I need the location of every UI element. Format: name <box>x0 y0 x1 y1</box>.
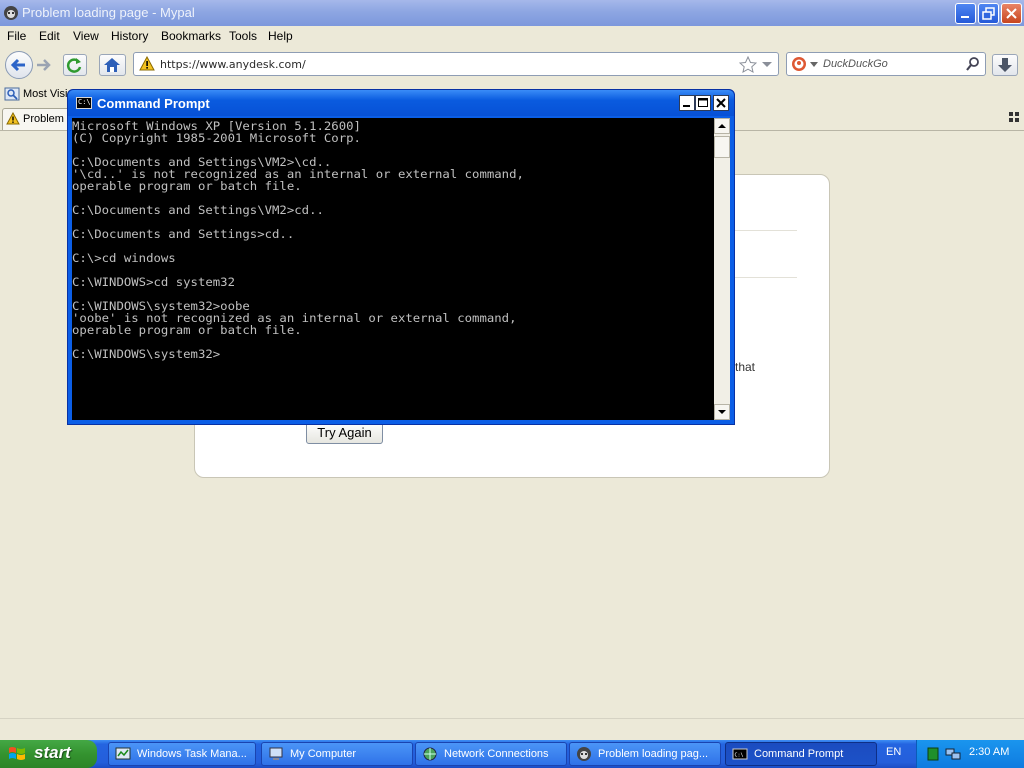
taskbar-item-network-connections[interactable]: Network Connections <box>415 742 567 766</box>
error-description-text: that <box>735 360 756 374</box>
forward-arrow-icon <box>37 59 51 71</box>
download-arrow-icon <box>998 58 1012 72</box>
my-computer-icon <box>269 747 283 760</box>
try-again-button[interactable]: Try Again <box>306 422 383 444</box>
taskbar-item-label: Windows Task Mana... <box>137 748 247 760</box>
navigation-toolbar: https://www.anydesk.com/ DuckDuckGo <box>0 46 1024 84</box>
close-button[interactable] <box>1001 3 1022 24</box>
search-icon[interactable] <box>965 56 981 72</box>
menu-view[interactable]: View <box>73 29 99 43</box>
up-arrow-icon <box>718 124 726 128</box>
taskbar: start Windows Task Mana... My Computer N… <box>0 740 1024 768</box>
scroll-thumb[interactable] <box>714 136 730 158</box>
taskbar-item-mypal[interactable]: Problem loading pag... <box>569 742 721 766</box>
taskbar-item-label: Command Prompt <box>754 748 844 760</box>
console-scrollbar[interactable] <box>714 118 730 420</box>
command-prompt-title-bar[interactable]: C:\ Command Prompt <box>68 90 734 116</box>
menu-history[interactable]: History <box>111 29 148 43</box>
scroll-down-button[interactable] <box>714 404 730 420</box>
cmd-close-button[interactable] <box>713 95 729 111</box>
mypal-browser-icon <box>4 6 18 20</box>
start-button[interactable]: start <box>0 740 97 768</box>
taskbar-item-command-prompt[interactable]: C:\ Command Prompt <box>725 742 877 766</box>
menu-file[interactable]: File <box>7 29 26 43</box>
menu-bar: File Edit View History Bookmarks Tools H… <box>0 26 1024 46</box>
down-arrow-icon <box>718 410 726 414</box>
console-output[interactable]: Microsoft Windows XP [Version 5.1.2600] … <box>72 118 714 420</box>
console-text: Microsoft Windows XP [Version 5.1.2600] … <box>72 119 524 361</box>
url-bar[interactable]: https://www.anydesk.com/ <box>133 52 779 76</box>
warning-icon <box>139 56 155 71</box>
search-placeholder: DuckDuckGo <box>823 58 888 70</box>
minimize-button[interactable] <box>955 3 976 24</box>
search-bar[interactable]: DuckDuckGo <box>786 52 986 76</box>
network-connections-icon <box>423 747 437 761</box>
task-manager-icon <box>115 747 131 760</box>
search-engine-dropdown-icon[interactable] <box>810 62 818 68</box>
warning-icon <box>6 112 20 125</box>
status-bar-divider <box>0 718 1024 719</box>
scroll-up-button[interactable] <box>714 118 730 134</box>
command-prompt-icon: C:\ <box>76 97 92 109</box>
reload-icon <box>66 58 82 73</box>
mypal-browser-icon <box>577 747 591 761</box>
cmd-maximize-button[interactable] <box>695 95 711 111</box>
url-dropdown-icon[interactable] <box>761 61 773 69</box>
reload-button[interactable] <box>63 54 87 76</box>
menu-tools[interactable]: Tools <box>229 29 257 43</box>
language-indicator[interactable]: EN <box>886 746 901 758</box>
taskbar-item-task-manager[interactable]: Windows Task Mana... <box>108 742 256 766</box>
menu-edit[interactable]: Edit <box>39 29 60 43</box>
network-tray-icon[interactable] <box>945 746 961 762</box>
command-prompt-window: C:\ Command Prompt Microsoft Windows XP … <box>67 89 735 425</box>
url-text: https://www.anydesk.com/ <box>160 58 306 71</box>
forward-button[interactable] <box>33 54 57 76</box>
most-visited-bookmark[interactable]: Most Visi <box>23 88 67 100</box>
system-tray: 2:30 AM <box>916 740 1024 768</box>
taskbar-item-my-computer[interactable]: My Computer <box>261 742 413 766</box>
taskbar-item-label: Problem loading pag... <box>598 748 709 760</box>
tab-problem-loading[interactable]: Problem l <box>2 108 72 130</box>
command-prompt-title: Command Prompt <box>97 96 210 111</box>
menu-bookmarks[interactable]: Bookmarks <box>161 29 221 43</box>
windows-flag-icon <box>9 747 25 760</box>
restore-button[interactable] <box>978 3 999 24</box>
home-button[interactable] <box>99 54 126 76</box>
svg-text:C:\: C:\ <box>735 753 744 759</box>
start-label: start <box>34 743 71 762</box>
downloads-button[interactable] <box>992 54 1018 76</box>
browser-title-bar[interactable]: Problem loading page - Mypal <box>0 0 1024 26</box>
tab-label: Problem l <box>23 113 70 125</box>
browser-window-title: Problem loading page - Mypal <box>22 5 195 20</box>
tab-list-icon[interactable] <box>1009 112 1019 122</box>
bookmark-star-icon[interactable] <box>739 56 757 73</box>
tray-green-app-icon[interactable] <box>926 746 940 762</box>
back-button[interactable] <box>5 51 33 79</box>
command-prompt-icon: C:\ <box>732 748 748 760</box>
home-icon <box>104 58 120 72</box>
taskbar-item-label: My Computer <box>290 748 357 760</box>
duckduckgo-icon <box>792 57 806 71</box>
cmd-minimize-button[interactable] <box>679 95 695 111</box>
menu-help[interactable]: Help <box>268 29 293 43</box>
back-arrow-icon <box>10 58 25 72</box>
most-visited-icon <box>4 87 20 101</box>
clock: 2:30 AM <box>969 746 1010 758</box>
taskbar-item-label: Network Connections <box>444 748 549 760</box>
